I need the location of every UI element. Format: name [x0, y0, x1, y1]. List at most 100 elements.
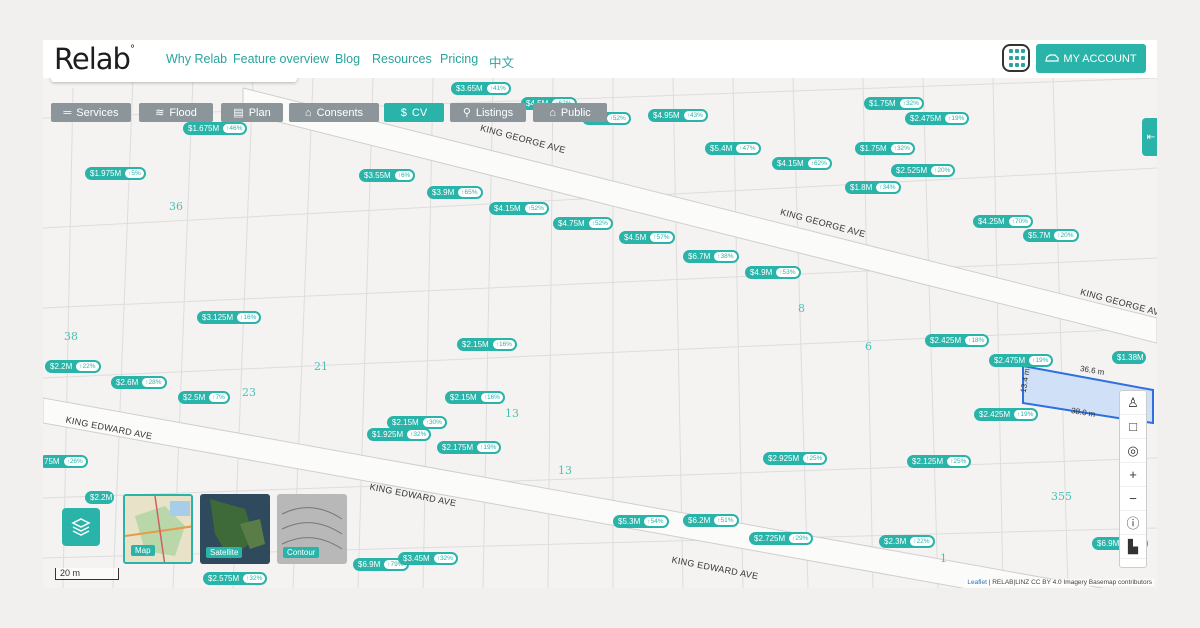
price-value: $2.15M: [450, 393, 477, 402]
price-tag[interactable]: $2.425M ↑18%: [925, 334, 990, 347]
info-icon[interactable]: ⓘ: [1120, 511, 1146, 535]
price-tag[interactable]: $5.4M ↑47%: [705, 142, 761, 155]
nav-resources[interactable]: Resources: [372, 52, 432, 66]
price-tag[interactable]: $2.5M ↑7%: [178, 391, 230, 404]
basemap-satellite-label: Satellite: [206, 547, 243, 558]
price-tag[interactable]: $2.15M ↑16%: [445, 391, 505, 404]
price-value: $1.925M: [372, 430, 404, 439]
price-tag[interactable]: $4.25M ↑70%: [973, 215, 1033, 228]
layers-button[interactable]: [62, 508, 100, 546]
layer-toggle-flood[interactable]: ≋ Flood: [139, 103, 213, 122]
price-change-badge: ↑43%: [683, 111, 706, 120]
price-tag[interactable]: $1.75M ↑32%: [864, 97, 924, 110]
price-tag[interactable]: $2.525M ↑20%: [891, 164, 956, 177]
price-tag[interactable]: $2.925M ↑25%: [763, 452, 828, 465]
layer-toggle-listings[interactable]: ⚲ Listings: [450, 103, 526, 122]
price-value: $2.6M: [116, 378, 139, 387]
price-tag[interactable]: $2.475M ↑19%: [905, 112, 970, 125]
price-tag[interactable]: $5.7M ↑20%: [1023, 229, 1079, 242]
price-change-badge: ↑16%: [492, 340, 515, 349]
basemap-satellite-option[interactable]: Satellite: [200, 494, 270, 564]
nav-pricing[interactable]: Pricing: [440, 52, 478, 66]
nav-blog[interactable]: Blog: [335, 52, 360, 66]
price-tag[interactable]: $4.95M ↑43%: [648, 109, 708, 122]
apps-grid-button[interactable]: [1002, 44, 1030, 72]
waves-icon: ≋: [155, 107, 165, 119]
price-tag[interactable]: $6.7M ↑38%: [683, 250, 739, 263]
layer-toggle-plan[interactable]: ▤ Plan: [221, 103, 283, 122]
price-change-badge: ↑54%: [644, 517, 667, 526]
map-canvas[interactable]: KING GEORGE AVE KING GEORGE AVE KING GEO…: [43, 78, 1157, 588]
price-tag[interactable]: $2.15M ↑16%: [457, 338, 517, 351]
price-tag[interactable]: $1.675M ↑46%: [183, 122, 248, 135]
price-tag[interactable]: $2.2M: [85, 491, 115, 504]
public-building-icon: ⌂: [549, 106, 556, 119]
price-value: $1.75M: [869, 99, 896, 108]
price-tag[interactable]: 75M ↑26%: [43, 455, 88, 468]
lot-number: 1: [940, 552, 947, 565]
price-tag[interactable]: $4.75M ↑52%: [553, 217, 613, 230]
lot-number: 6: [865, 340, 872, 353]
price-value: $2.425M: [930, 336, 962, 345]
zoom-in-button[interactable]: +: [1120, 463, 1146, 487]
price-tag[interactable]: $1.8M ↑34%: [845, 181, 901, 194]
nav-feature-overview[interactable]: Feature overview: [233, 52, 329, 66]
map-attribution: Leaflet | RELAB|LINZ CC BY 4.0 Imagery B…: [965, 579, 1154, 586]
measure-icon[interactable]: ▙: [1120, 535, 1146, 559]
price-tag[interactable]: $4.15M ↑52%: [489, 202, 549, 215]
price-tag[interactable]: $6.2M ↑51%: [683, 514, 739, 527]
price-tag[interactable]: $1.975M ↑5%: [85, 167, 146, 180]
nav-chinese[interactable]: 中文: [489, 52, 514, 71]
price-tag[interactable]: $2.175M ↑19%: [437, 441, 502, 454]
price-change-badge: ↑41%: [486, 84, 509, 93]
price-tag[interactable]: $3.45M ↑32%: [398, 552, 458, 565]
price-tag[interactable]: $1.75M ↑32%: [855, 142, 915, 155]
collapse-arrow-icon: ⇤: [1146, 131, 1156, 143]
price-tag[interactable]: $4.9M ↑53%: [745, 266, 801, 279]
leaflet-link[interactable]: Leaflet: [967, 579, 987, 586]
draw-square-icon[interactable]: □: [1120, 415, 1146, 439]
basemap-contour-label: Contour: [283, 547, 320, 558]
price-tag[interactable]: $4.5M ↑57%: [619, 231, 675, 244]
collapse-panel-button[interactable]: ⇤: [1142, 118, 1157, 156]
price-value: $2.475M: [910, 114, 942, 123]
price-value: $1.38M: [1117, 353, 1144, 362]
price-tag[interactable]: $2.725M ↑29%: [749, 532, 814, 545]
price-value: 75M: [44, 457, 60, 466]
price-tag[interactable]: $2.2M ↑22%: [45, 360, 101, 373]
price-tag[interactable]: $1.38M: [1112, 351, 1146, 364]
price-tag[interactable]: $2.125M ↑25%: [907, 455, 972, 468]
basemap-contour-option[interactable]: Contour: [277, 494, 347, 564]
relab-logo[interactable]: Relab°: [54, 42, 135, 76]
layer-toggle-cv[interactable]: $ CV: [384, 103, 444, 122]
price-tag[interactable]: $1.925M ↑32%: [367, 428, 432, 441]
layer-toggle-services[interactable]: ═ Services: [51, 103, 131, 122]
price-tag[interactable]: $2.425M ↑19%: [974, 408, 1039, 421]
price-tag[interactable]: $5.3M ↑54%: [613, 515, 669, 528]
price-tag[interactable]: $4.15M ↑62%: [772, 157, 832, 170]
locate-icon[interactable]: ◎: [1120, 439, 1146, 463]
price-tag[interactable]: $3.55M ↑6%: [359, 169, 416, 182]
price-tag[interactable]: $2.3M ↑22%: [879, 535, 935, 548]
price-value: $2.525M: [896, 166, 928, 175]
pegman-icon[interactable]: ♙: [1120, 391, 1146, 415]
layer-toggle-public[interactable]: ⌂ Public: [533, 103, 607, 122]
my-account-button[interactable]: MY ACCOUNT: [1036, 44, 1146, 73]
price-tag[interactable]: $3.125M ↑16%: [197, 311, 262, 324]
layer-toggle-consents[interactable]: ⌂ Consents: [289, 103, 379, 122]
nav-why-relab[interactable]: Why Relab: [166, 52, 227, 66]
price-tag[interactable]: $3.65M ↑41%: [451, 82, 511, 95]
zoom-out-button[interactable]: −: [1120, 487, 1146, 511]
price-change-badge: ↑32%: [890, 144, 913, 153]
price-change-badge: ↑32%: [243, 574, 266, 583]
price-value: $2.175M: [442, 443, 474, 452]
price-change-badge: ↑38%: [714, 252, 737, 261]
basemap-map-option[interactable]: Map: [123, 494, 193, 564]
price-value: $4.9M: [750, 268, 773, 277]
price-tag[interactable]: $2.6M ↑28%: [111, 376, 167, 389]
price-tag[interactable]: $3.9M ↑65%: [427, 186, 483, 199]
price-tag[interactable]: $2.575M ↑32%: [203, 572, 268, 585]
price-change-badge: ↑19%: [477, 443, 500, 452]
price-tag[interactable]: $2.475M ↑19%: [989, 354, 1054, 367]
dollar-icon: $: [400, 106, 407, 119]
